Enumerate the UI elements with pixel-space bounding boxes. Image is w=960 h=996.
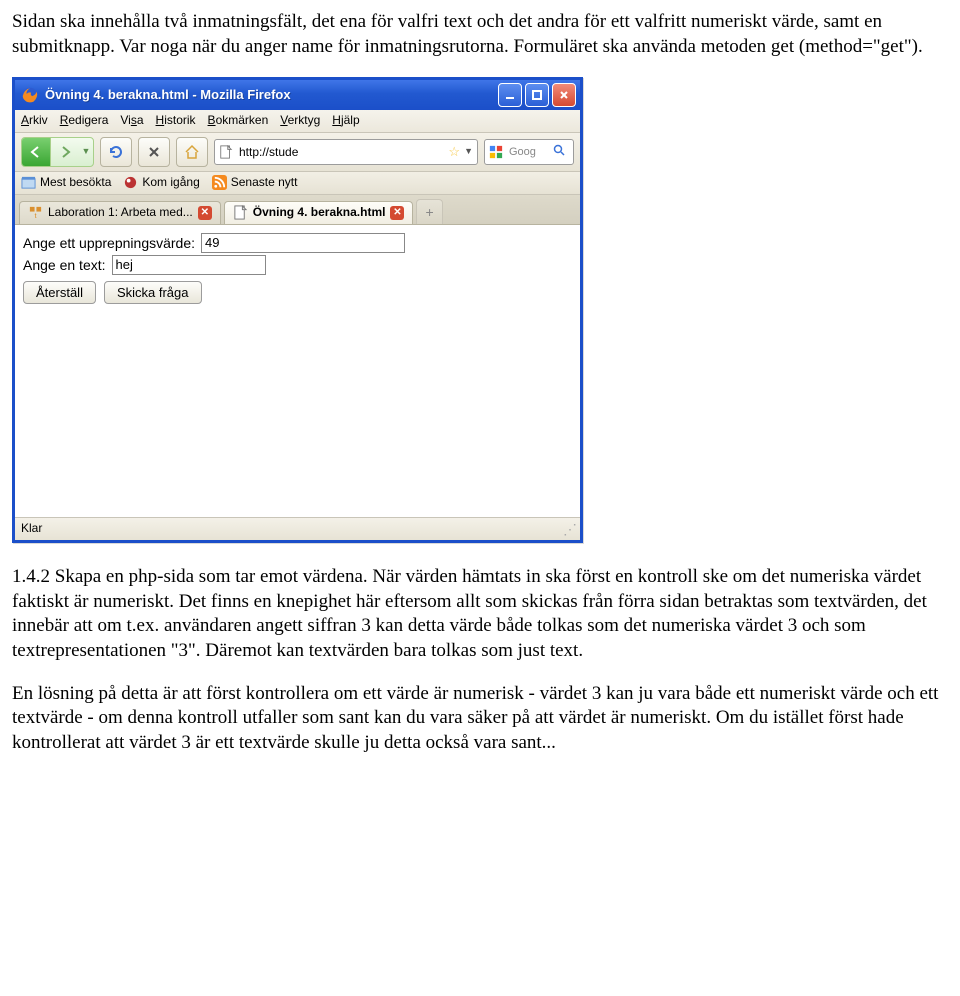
close-tab-icon[interactable]: ✕: [198, 206, 212, 220]
page-icon: [219, 145, 233, 159]
repeat-input[interactable]: [201, 233, 405, 253]
back-button[interactable]: [22, 138, 51, 166]
tab-favicon: t: [28, 205, 43, 220]
minimize-button[interactable]: [498, 83, 522, 107]
menu-arkiv[interactable]: Arkiv: [21, 113, 48, 129]
google-icon: [489, 145, 503, 159]
close-tab-icon[interactable]: ✕: [390, 206, 404, 220]
menu-ul: H: [156, 113, 165, 127]
reload-button[interactable]: [100, 137, 132, 167]
menu-ul: V: [280, 113, 287, 127]
resize-grip-icon[interactable]: ⋰: [563, 520, 574, 538]
forward-button[interactable]: [51, 138, 79, 166]
tab-label: Övning 4. berakna.html: [253, 205, 386, 221]
nav-toolbar: ▼ ☆ ▼: [15, 133, 580, 172]
close-button[interactable]: [552, 83, 576, 107]
bookmark-most-visited[interactable]: Mest besökta: [21, 175, 111, 191]
statusbar: Klar ⋰: [15, 517, 580, 540]
tab-active[interactable]: Övning 4. berakna.html ✕: [224, 201, 414, 224]
closing-paragraph: En lösning på detta är att först kontrol…: [12, 682, 948, 756]
menu-visa[interactable]: Visa: [120, 113, 143, 129]
button-row: Återställ Skicka fråga: [23, 281, 572, 304]
menu-arkiv-rest: rkiv: [29, 113, 48, 127]
kom-igang-icon: [123, 175, 138, 190]
menu-verktyg[interactable]: Verktyg: [280, 113, 320, 129]
menu-ul: H: [332, 113, 341, 127]
bookmark-senaste-nytt[interactable]: Senaste nytt: [212, 175, 298, 191]
maximize-button[interactable]: [525, 83, 549, 107]
menubar: Arkiv Redigera Visa Historik Bokmärken V…: [15, 110, 580, 133]
menu-bokmarken-rest: okmärken: [216, 113, 269, 127]
menu-hjalp-rest: jälp: [341, 113, 360, 127]
intro-paragraph: Sidan ska innehålla två inmatningsfält, …: [12, 10, 948, 59]
form-row-repeat: Ange ett upprepningsvärde:: [23, 233, 572, 253]
submit-button[interactable]: Skicka fråga: [104, 281, 202, 304]
bookmark-kom-igang[interactable]: Kom igång: [123, 175, 199, 191]
bookmark-label: Kom igång: [142, 175, 199, 191]
address-dropdown-icon[interactable]: ▼: [464, 146, 473, 158]
browser-window: Övning 4. berakna.html - Mozilla Firefox…: [12, 77, 583, 543]
section-heading: 1.4.2 Skapa en php-sida som tar emot vär…: [12, 566, 372, 587]
menu-ul: B: [208, 113, 216, 127]
nav-back-forward: ▼: [21, 137, 94, 167]
menu-visa-rest: a: [137, 113, 144, 127]
page-content: Ange ett upprepningsvärde: Ange en text:…: [15, 225, 580, 517]
window-titlebar: Övning 4. berakna.html - Mozilla Firefox: [15, 80, 580, 110]
reset-button[interactable]: Återställ: [23, 281, 96, 304]
rss-icon: [212, 175, 227, 190]
bookmark-label: Senaste nytt: [231, 175, 298, 191]
menu-redigera-rest: edigera: [68, 113, 108, 127]
menu-historik-rest: istorik: [164, 113, 195, 127]
bookmarks-toolbar: Mest besökta Kom igång Senaste nytt: [15, 172, 580, 195]
status-text: Klar: [21, 521, 42, 537]
bookmark-star-icon[interactable]: ☆: [448, 144, 460, 161]
svg-text:t: t: [34, 212, 37, 221]
most-visited-icon: [21, 175, 36, 190]
window-title: Övning 4. berakna.html - Mozilla Firefox: [45, 87, 498, 104]
menu-verktyg-rest: erktyg: [288, 113, 321, 127]
menu-bokmarken[interactable]: Bokmärken: [208, 113, 269, 129]
text-input[interactable]: [112, 255, 266, 275]
nav-history-dropdown[interactable]: ▼: [79, 138, 93, 166]
menu-ul: A: [21, 113, 29, 127]
menu-historik[interactable]: Historik: [156, 113, 196, 129]
menu-hjalp[interactable]: Hjälp: [332, 113, 359, 129]
tabbar: t Laboration 1: Arbeta med... ✕ Övning 4…: [15, 195, 580, 225]
window-controls: [498, 83, 576, 107]
page-icon: [233, 205, 248, 220]
search-input[interactable]: [507, 145, 549, 159]
bookmark-label: Mest besökta: [40, 175, 111, 191]
menu-visa-pre: Vi: [120, 113, 130, 127]
search-icon[interactable]: [553, 144, 565, 161]
label-repeat: Ange ett upprepningsvärde:: [23, 234, 195, 252]
new-tab-button[interactable]: +: [416, 199, 442, 224]
tab-label: Laboration 1: Arbeta med...: [48, 205, 193, 221]
menu-redigera[interactable]: Redigera: [60, 113, 109, 129]
form-row-text: Ange en text:: [23, 255, 572, 275]
home-button[interactable]: [176, 137, 208, 167]
firefox-icon: [21, 86, 39, 104]
address-bar[interactable]: ☆ ▼: [214, 139, 478, 165]
stop-button[interactable]: [138, 137, 170, 167]
search-box[interactable]: [484, 139, 574, 165]
tab-inactive[interactable]: t Laboration 1: Arbeta med... ✕: [19, 201, 221, 224]
address-input[interactable]: [237, 144, 444, 160]
label-text: Ange en text:: [23, 256, 106, 274]
section-paragraph: 1.4.2 Skapa en php-sida som tar emot vär…: [12, 565, 948, 664]
